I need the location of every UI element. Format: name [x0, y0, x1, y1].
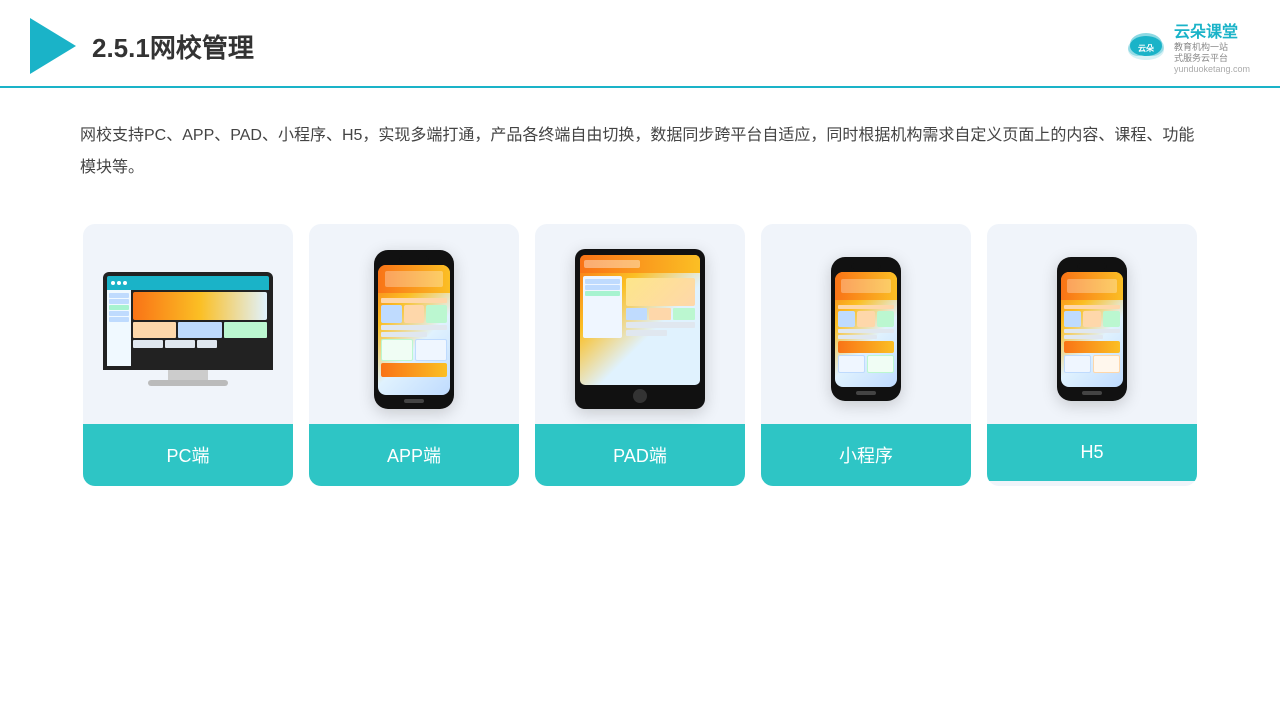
card-pc: PC端 [83, 224, 293, 486]
description-text: 网校支持PC、APP、PAD、小程序、H5，实现多端打通，产品各终端自由切换，数… [0, 88, 1280, 204]
card-app-label: APP端 [309, 424, 519, 486]
card-pad-image [535, 224, 745, 424]
card-h5: H5 [987, 224, 1197, 486]
card-app: APP端 [309, 224, 519, 486]
brand-name: 云朵课堂 [1174, 18, 1238, 42]
card-miniprogram-image [761, 224, 971, 424]
page-header: 2.5.1网校管理 云朵 云朵课堂 教育机构一站 式服务云平台 yunduoke… [0, 0, 1280, 88]
brand-slogan: 教育机构一站 式服务云平台 [1174, 42, 1228, 64]
brand-logo: 云朵 云朵课堂 教育机构一站 式服务云平台 yunduoketang.com [1124, 18, 1250, 74]
pc-mockup [103, 272, 273, 386]
card-pad: PAD端 [535, 224, 745, 486]
logo-triangle-icon [30, 18, 76, 74]
tablet-mockup [575, 249, 705, 409]
card-h5-image [987, 224, 1197, 424]
page-title: 2.5.1网校管理 [92, 28, 254, 65]
card-h5-label: H5 [987, 424, 1197, 481]
header-right: 云朵 云朵课堂 教育机构一站 式服务云平台 yunduoketang.com [1124, 18, 1250, 74]
card-miniprogram-label: 小程序 [761, 424, 971, 486]
cloud-icon: 云朵 [1124, 30, 1168, 62]
card-miniprogram: 小程序 [761, 224, 971, 486]
svg-text:云朵: 云朵 [1138, 43, 1154, 53]
phone-mockup-app [374, 250, 454, 409]
header-left: 2.5.1网校管理 [30, 18, 254, 74]
phone-mockup-h5 [1057, 257, 1127, 401]
card-app-image [309, 224, 519, 424]
cards-container: PC端 [0, 204, 1280, 506]
brand-text: 云朵课堂 教育机构一站 式服务云平台 yunduoketang.com [1174, 18, 1250, 74]
card-pc-image [83, 224, 293, 424]
phone-mockup-mini [831, 257, 901, 401]
brand-url: yunduoketang.com [1174, 64, 1250, 74]
card-pc-label: PC端 [83, 424, 293, 486]
card-pad-label: PAD端 [535, 424, 745, 486]
